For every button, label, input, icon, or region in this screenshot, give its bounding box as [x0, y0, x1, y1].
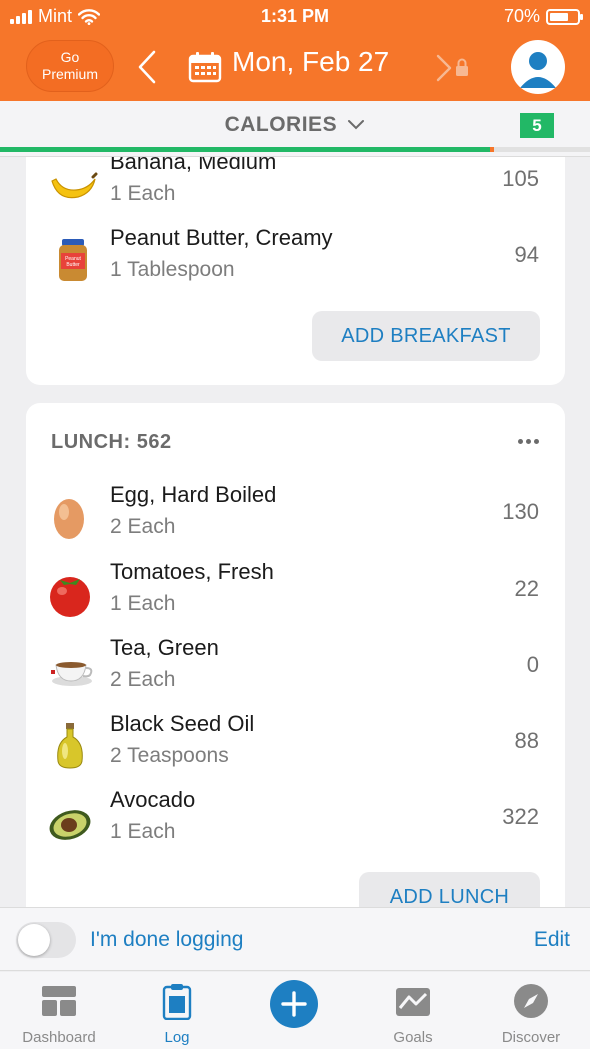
tab-label: Goals	[393, 1029, 433, 1046]
go-premium-line1: Go	[60, 49, 80, 65]
tab-label: Log	[164, 1029, 190, 1046]
lunch-title: LUNCH: 562	[51, 431, 172, 453]
dashboard-icon	[42, 986, 76, 1016]
bottom-tab-bar: Dashboard Log Goals Discover	[0, 972, 590, 1049]
food-quantity: 1 Each	[110, 820, 176, 843]
food-quantity: 2 Each	[110, 668, 176, 691]
food-row[interactable]: Banana, Medium 1 Each 105	[26, 157, 565, 225]
egg-icon	[54, 499, 84, 539]
done-logging-bar: I'm done logging Edit	[0, 907, 590, 971]
food-row[interactable]: Avocado 1 Each 322	[26, 787, 565, 863]
avocado-icon	[49, 810, 91, 840]
go-premium-button[interactable]: Go Premium	[26, 40, 114, 92]
food-quantity: 1 Tablespoon	[110, 258, 235, 281]
goals-icon	[396, 988, 430, 1016]
svg-text:Butter: Butter	[66, 262, 80, 268]
app-header: Mint 1:31 PM 70% Go Premium Mon, Feb 27	[0, 0, 590, 101]
tomato-icon	[50, 577, 90, 617]
food-calories: 130	[502, 499, 539, 524]
tab-goals[interactable]: Goals	[354, 972, 472, 1049]
food-row[interactable]: Tea, Green 2 Each 0	[26, 635, 565, 711]
add-entry-button[interactable]	[270, 980, 318, 1028]
food-name: Avocado	[110, 787, 196, 812]
lunch-card: LUNCH: 562 Egg, Hard Boiled 2 Each 130 T…	[26, 403, 565, 907]
food-calories: 22	[514, 576, 539, 601]
calendar-icon[interactable]	[188, 51, 222, 83]
edit-button[interactable]: Edit	[534, 928, 570, 952]
tab-log[interactable]: Log	[118, 972, 236, 1049]
food-name: Tomatoes, Fresh	[110, 559, 274, 584]
done-logging-toggle[interactable]	[16, 922, 76, 958]
calorie-progress-bar	[0, 147, 590, 152]
banana-icon	[51, 172, 98, 199]
food-name: Banana, Medium	[110, 157, 277, 174]
current-date[interactable]: Mon, Feb 27	[232, 46, 389, 78]
oil-bottle-icon	[57, 723, 83, 769]
calories-title: CALORIES	[224, 113, 338, 136]
tab-discover[interactable]: Discover	[472, 972, 590, 1049]
food-calories: 322	[502, 804, 539, 829]
status-time: 1:31 PM	[260, 6, 330, 26]
more-options-icon[interactable]	[518, 439, 539, 444]
food-name: Black Seed Oil	[110, 711, 255, 736]
food-log-scroll[interactable]: Banana, Medium 1 Each 105 Peanut Butter …	[0, 157, 590, 907]
food-quantity: 2 Teaspoons	[110, 744, 229, 767]
status-bar: Mint 1:31 PM 70%	[0, 0, 590, 34]
plus-icon	[281, 991, 307, 1017]
battery-icon	[546, 8, 583, 25]
food-name: Egg, Hard Boiled	[110, 482, 277, 507]
food-row[interactable]: Peanut Butter Peanut Butter, Creamy 1 Ta…	[26, 225, 565, 301]
food-name: Peanut Butter, Creamy	[110, 225, 333, 250]
calorie-progress-fill	[0, 147, 490, 152]
food-calories: 0	[526, 652, 539, 677]
peanut-butter-icon: Peanut Butter	[59, 239, 87, 281]
food-row[interactable]: Egg, Hard Boiled 2 Each 130	[26, 482, 565, 558]
food-name: Tea, Green	[110, 635, 219, 660]
food-quantity: 1 Each	[110, 182, 176, 205]
go-premium-line2: Premium	[41, 66, 98, 82]
next-day-locked-icon[interactable]	[434, 52, 474, 84]
profile-avatar-icon[interactable]	[511, 40, 565, 94]
calorie-progress-marker	[489, 147, 494, 152]
food-row[interactable]: Black Seed Oil 2 Teaspoons 88	[26, 711, 565, 787]
log-clipboard-icon	[162, 984, 192, 1020]
food-calories: 88	[514, 728, 539, 753]
chevron-down-icon	[348, 120, 365, 130]
food-quantity: 1 Each	[110, 592, 176, 615]
compass-icon	[514, 984, 548, 1018]
food-calories: 94	[514, 242, 539, 267]
battery-group: 70%	[503, 6, 583, 27]
food-quantity: 2 Each	[110, 515, 176, 538]
battery-fill	[550, 12, 569, 21]
calories-dropdown[interactable]: CALORIES	[0, 113, 590, 137]
food-calories: 105	[502, 166, 539, 191]
tab-label: Dashboard	[22, 1029, 96, 1046]
tab-label: Discover	[501, 1029, 561, 1046]
done-logging-label[interactable]: I'm done logging	[90, 928, 243, 952]
add-lunch-button[interactable]: ADD LUNCH	[359, 872, 540, 907]
tab-dashboard[interactable]: Dashboard	[0, 972, 118, 1049]
add-breakfast-button[interactable]: ADD BREAKFAST	[312, 311, 540, 361]
battery-percent: 70%	[503, 6, 540, 26]
previous-day-chevron-icon[interactable]	[134, 47, 160, 87]
toggle-knob	[18, 924, 50, 956]
tea-cup-icon	[51, 662, 93, 686]
breakfast-card: Banana, Medium 1 Each 105 Peanut Butter …	[26, 157, 565, 385]
food-row[interactable]: Tomatoes, Fresh 1 Each 22	[26, 559, 565, 635]
calories-remaining-badge: 5	[520, 113, 554, 138]
